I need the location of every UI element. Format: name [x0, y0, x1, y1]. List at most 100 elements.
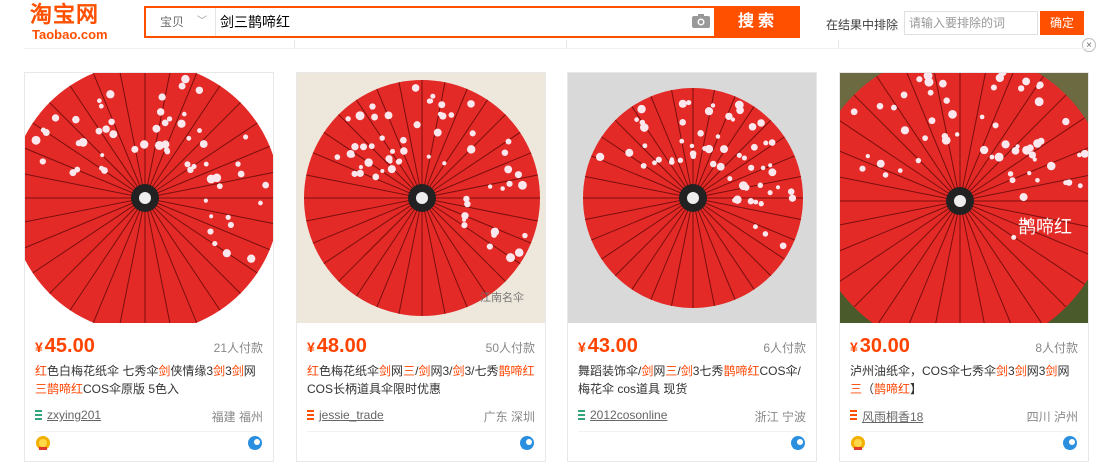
blossom: [652, 160, 657, 166]
blossom: [487, 184, 493, 189]
blossom: [161, 140, 170, 149]
product-card[interactable]: ¥43.00 6人付款 舞蹈装饰伞/剑网三/剑3七秀鹊啼红COS伞/梅花伞 co…: [567, 72, 817, 462]
blossom: [1034, 97, 1044, 107]
search-scope-dropdown[interactable]: 宝贝 ﹀: [146, 8, 216, 36]
blossom: [158, 93, 166, 101]
product-image[interactable]: 江南名伞: [297, 73, 545, 323]
shop-name-link[interactable]: jessie_trade: [307, 408, 384, 422]
search-input[interactable]: 剑三鹊啼红: [220, 8, 290, 36]
blossom: [859, 165, 866, 172]
gold-medal-icon[interactable]: [850, 435, 866, 451]
blossom: [748, 164, 755, 171]
blossom: [702, 145, 708, 152]
blossom: [395, 158, 402, 165]
blossom: [850, 108, 858, 116]
product-image[interactable]: [568, 73, 816, 323]
exclude-confirm-button[interactable]: 确定: [1040, 11, 1084, 35]
shop-icon: [35, 410, 42, 420]
blossom: [186, 135, 192, 141]
blossom: [98, 165, 104, 171]
blossom: [994, 152, 1004, 162]
blossom: [787, 188, 795, 195]
blossom: [207, 228, 214, 235]
product-title[interactable]: 舞蹈装饰伞/剑网三/剑3七秀鹊啼红COS伞/梅花伞 cos道具 现货: [578, 362, 806, 398]
wangwang-icon[interactable]: [790, 435, 806, 451]
blossom: [927, 89, 934, 96]
blossom: [209, 214, 214, 219]
blossom: [642, 143, 648, 149]
shop-name-link[interactable]: 风雨桐香18: [850, 408, 923, 425]
blossom: [98, 103, 104, 109]
search-button[interactable]: 搜索: [716, 6, 800, 38]
blossom: [181, 74, 190, 84]
blossom: [763, 140, 769, 146]
blossom: [197, 128, 202, 134]
product-price: ¥48.00: [307, 335, 367, 357]
blossom: [448, 112, 455, 118]
product-title[interactable]: 红色梅花纸伞剑网三/剑网3/剑3/七秀鹊啼红COS长柄道具伞限时优惠: [307, 362, 535, 398]
blossom: [943, 97, 950, 104]
product-image[interactable]: [25, 73, 273, 323]
blossom: [727, 176, 733, 182]
blossom: [1026, 144, 1034, 152]
blossom: [716, 162, 725, 171]
logo-text-cn: 淘宝网: [30, 3, 100, 28]
blossom: [225, 214, 231, 220]
blossom: [900, 91, 908, 99]
blossom: [757, 182, 764, 189]
card-divider: [850, 431, 1078, 432]
blossom: [358, 165, 364, 170]
wangwang-icon[interactable]: [519, 435, 535, 451]
blossom: [1063, 180, 1068, 186]
blossom: [954, 132, 960, 137]
blossom: [768, 168, 777, 177]
shop-name-link[interactable]: 2012cosonline: [578, 408, 667, 422]
blossom: [697, 130, 704, 137]
blossom: [182, 111, 187, 117]
camera-icon[interactable]: [692, 14, 710, 28]
product-price: ¥43.00: [578, 335, 638, 357]
blossom: [736, 106, 744, 115]
blossom: [400, 147, 408, 155]
umbrella-hub-center: [687, 192, 699, 204]
blossom: [748, 123, 757, 131]
blossom: [235, 161, 241, 167]
column-divider: [566, 40, 567, 48]
blossom: [102, 125, 110, 133]
blossom: [689, 150, 697, 158]
blossom: [897, 168, 903, 173]
blossom: [989, 154, 995, 160]
wangwang-icon[interactable]: [1062, 435, 1078, 451]
product-price: ¥45.00: [35, 335, 95, 357]
taobao-logo[interactable]: 淘宝网 Taobao.com: [30, 4, 120, 44]
shop-location: 四川 泸州: [1026, 410, 1078, 424]
product-card[interactable]: ¥45.00 21人付款 红色白梅花纸伞 七秀伞剑侠情缘3剑3剑网三鹊啼红COS…: [24, 72, 274, 462]
product-card[interactable]: 鹊啼红 ¥30.00 8人付款 泸州油纸伞，COS伞七秀伞剑3剑网3剑网三（鹊啼…: [839, 72, 1089, 462]
blossom: [469, 130, 476, 137]
blossom: [387, 165, 396, 174]
blossom: [505, 138, 512, 145]
product-image[interactable]: 鹊啼红: [840, 73, 1088, 323]
product-title[interactable]: 红色白梅花纸伞 七秀伞剑侠情缘3剑3剑网三鹊啼红COS伞原版 5色入: [35, 362, 263, 398]
blossom: [730, 117, 736, 122]
chevron-down-icon: ﹀: [197, 16, 207, 27]
blossom: [788, 194, 797, 202]
product-card[interactable]: 江南名伞 ¥48.00 50人付款 红色梅花纸伞剑网三/剑网3/剑3/七秀鹊啼红…: [296, 72, 546, 462]
blossom: [247, 254, 256, 263]
image-caption: 江南名伞: [480, 290, 524, 304]
product-title[interactable]: 泸州油纸伞，COS伞七秀伞剑3剑网3剑网三（鹊啼红】: [850, 362, 1078, 398]
exclude-input[interactable]: 请输入要排除的词: [904, 11, 1038, 35]
blossom: [152, 124, 161, 133]
blossom: [750, 143, 758, 151]
blossom: [637, 104, 646, 114]
blossom: [345, 116, 351, 122]
card-divider: [578, 431, 806, 432]
shop-name-link[interactable]: zxying201: [35, 408, 101, 422]
gold-medal-icon[interactable]: [35, 435, 51, 451]
close-icon[interactable]: ×: [1082, 38, 1096, 52]
wangwang-icon[interactable]: [247, 435, 263, 451]
blossom: [882, 172, 889, 178]
image-caption: 鹊啼红: [1018, 217, 1072, 238]
shop-icon: [578, 410, 585, 420]
paid-count: 8人付款: [1035, 341, 1078, 355]
